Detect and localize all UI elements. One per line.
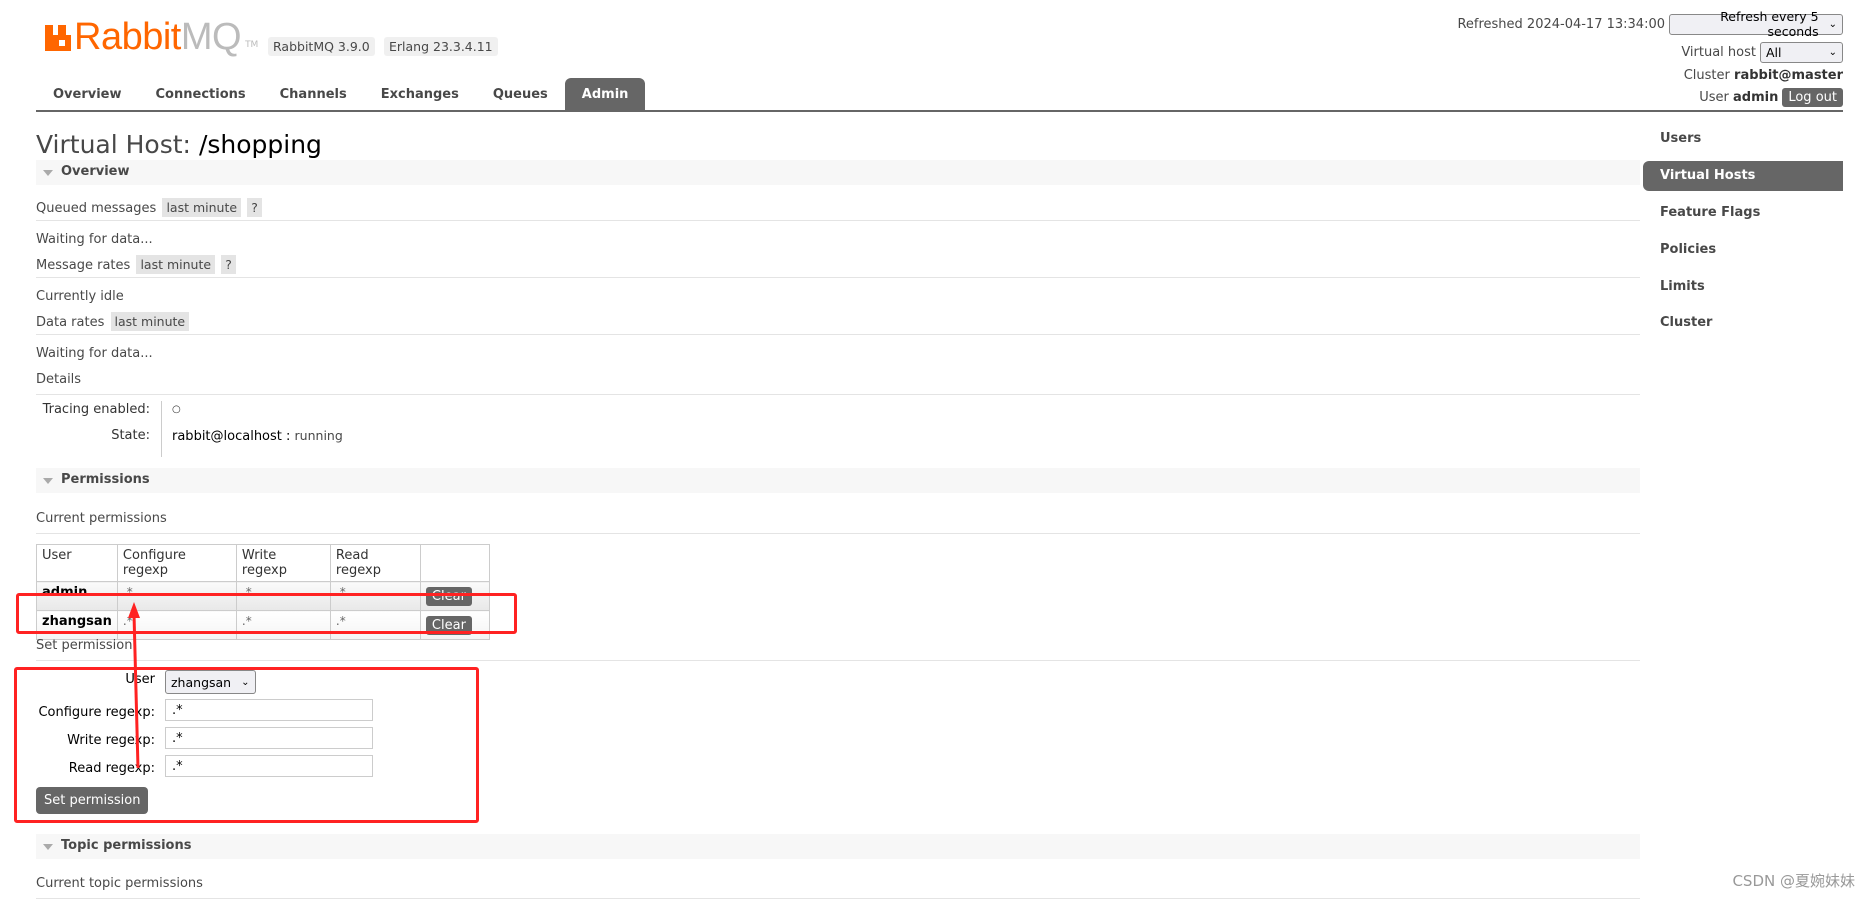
sidebar-item-cluster[interactable]: Cluster xyxy=(1650,308,1843,338)
rabbitmq-version-badge: RabbitMQ 3.9.0 xyxy=(268,37,375,56)
set-permission-header: Set permission xyxy=(36,638,1640,661)
refresh-interval-select[interactable]: Refresh every 5 seconds ⌄ xyxy=(1669,9,1843,39)
col-configure: Configure regexp xyxy=(116,544,237,582)
page-title-prefix: Virtual Host: xyxy=(36,130,191,159)
sidebar-item-limits[interactable]: Limits xyxy=(1650,272,1843,302)
header-status: Refreshed 2024-04-17 13:34:00 Refresh ev… xyxy=(1457,9,1843,108)
erlang-version-badge: Erlang 23.3.4.11 xyxy=(384,37,498,56)
tab-exchanges[interactable]: Exchanges xyxy=(364,78,476,111)
message-rates-range[interactable]: last minute xyxy=(136,255,216,274)
state-value: rabbit@localhost : running xyxy=(172,428,343,444)
data-rates-label: Data rates xyxy=(36,315,105,330)
user-label: User xyxy=(1699,89,1729,105)
data-rates-header: Data rates last minute xyxy=(36,312,1640,335)
tab-queues[interactable]: Queues xyxy=(476,78,565,111)
virtual-host-select[interactable]: All ⌄ xyxy=(1760,41,1843,63)
overview-section-toggle[interactable]: Overview xyxy=(36,160,1640,185)
state-node: rabbit@localhost : xyxy=(172,429,291,444)
permissions-section-title: Permissions xyxy=(61,472,150,487)
page-title-vhost: /shopping xyxy=(198,130,322,159)
overview-section-title: Overview xyxy=(61,164,130,179)
nav-divider xyxy=(36,110,1843,112)
state-running: running xyxy=(294,428,343,443)
logo-text-mq: MQ xyxy=(180,16,242,58)
chevron-down-icon: ⌄ xyxy=(1828,18,1837,30)
chevron-down-icon: ⌄ xyxy=(1828,46,1837,58)
rabbit-logo-icon xyxy=(45,25,71,51)
data-rates-status: Waiting for data... xyxy=(36,346,153,361)
sidebar-item-virtual-hosts[interactable]: Virtual Hosts xyxy=(1643,161,1843,191)
virtual-host-label: Virtual host xyxy=(1681,44,1756,60)
collapse-triangle-icon xyxy=(43,170,53,176)
arrow-shaft xyxy=(132,613,140,769)
tracing-enabled-value: ○ xyxy=(172,404,181,415)
topic-permissions-section-title: Topic permissions xyxy=(61,838,192,853)
virtual-host-value: All xyxy=(1766,44,1782,60)
table-header-row: User Configure regexp Write regexp Read … xyxy=(36,544,490,582)
arrow-head xyxy=(128,602,140,618)
logout-button[interactable]: Log out xyxy=(1782,87,1843,107)
details-header: Details xyxy=(36,372,1640,395)
current-topic-permissions-header: Current topic permissions xyxy=(36,876,1640,899)
tab-channels[interactable]: Channels xyxy=(263,78,364,111)
tracing-enabled-label: Tracing enabled: xyxy=(42,402,150,417)
sidebar-item-users[interactable]: Users xyxy=(1650,124,1843,154)
message-rates-label: Message rates xyxy=(36,258,131,273)
message-rates-help[interactable]: ? xyxy=(221,255,236,274)
refreshed-timestamp: Refreshed 2024-04-17 13:34:00 xyxy=(1457,16,1665,32)
sidebar-item-feature-flags[interactable]: Feature Flags xyxy=(1650,198,1843,228)
queued-messages-range[interactable]: last minute xyxy=(162,198,242,217)
tab-admin[interactable]: Admin xyxy=(564,78,646,111)
cluster-name: rabbit@master xyxy=(1734,67,1843,83)
queued-messages-status: Waiting for data... xyxy=(36,232,153,247)
current-user: admin xyxy=(1733,89,1779,105)
col-user: User xyxy=(36,544,118,582)
tab-overview[interactable]: Overview xyxy=(36,78,139,111)
topic-permissions-section-toggle[interactable]: Topic permissions xyxy=(36,834,1640,859)
queued-messages-header: Queued messages last minute ? xyxy=(36,198,1640,221)
rabbitmq-logo: Rabbit MQ TM xyxy=(45,16,258,56)
annotation-arrow-icon xyxy=(128,602,140,769)
annotation-highlight-form xyxy=(14,667,479,823)
data-rates-range[interactable]: last minute xyxy=(110,312,190,331)
message-rates-status: Currently idle xyxy=(36,289,124,304)
watermark: CSDN @夏婉妹妹 xyxy=(1732,872,1855,890)
collapse-triangle-icon xyxy=(43,478,53,484)
current-permissions-header: Current permissions xyxy=(36,511,1640,534)
tab-connections[interactable]: Connections xyxy=(139,78,263,111)
collapse-triangle-icon xyxy=(43,844,53,850)
cluster-label: Cluster xyxy=(1683,67,1730,83)
page-title: Virtual Host: /shopping xyxy=(36,130,322,159)
queued-messages-label: Queued messages xyxy=(36,201,157,216)
col-write: Write regexp xyxy=(235,544,331,582)
refresh-interval-value: Refresh every 5 seconds xyxy=(1720,9,1819,39)
message-rates-header: Message rates last minute ? xyxy=(36,255,1640,278)
permissions-section-toggle[interactable]: Permissions xyxy=(36,468,1640,493)
sidebar-item-policies[interactable]: Policies xyxy=(1650,235,1843,265)
state-label: State: xyxy=(111,428,150,443)
col-actions xyxy=(419,544,490,582)
queued-messages-help[interactable]: ? xyxy=(247,198,262,217)
logo-text-rabbit: Rabbit xyxy=(74,16,181,58)
main-nav: Overview Connections Channels Exchanges … xyxy=(36,78,646,111)
logo-trademark: TM xyxy=(245,40,259,50)
details-divider xyxy=(161,401,162,457)
annotation-highlight-row xyxy=(16,593,517,634)
col-read: Read regexp xyxy=(329,544,421,582)
